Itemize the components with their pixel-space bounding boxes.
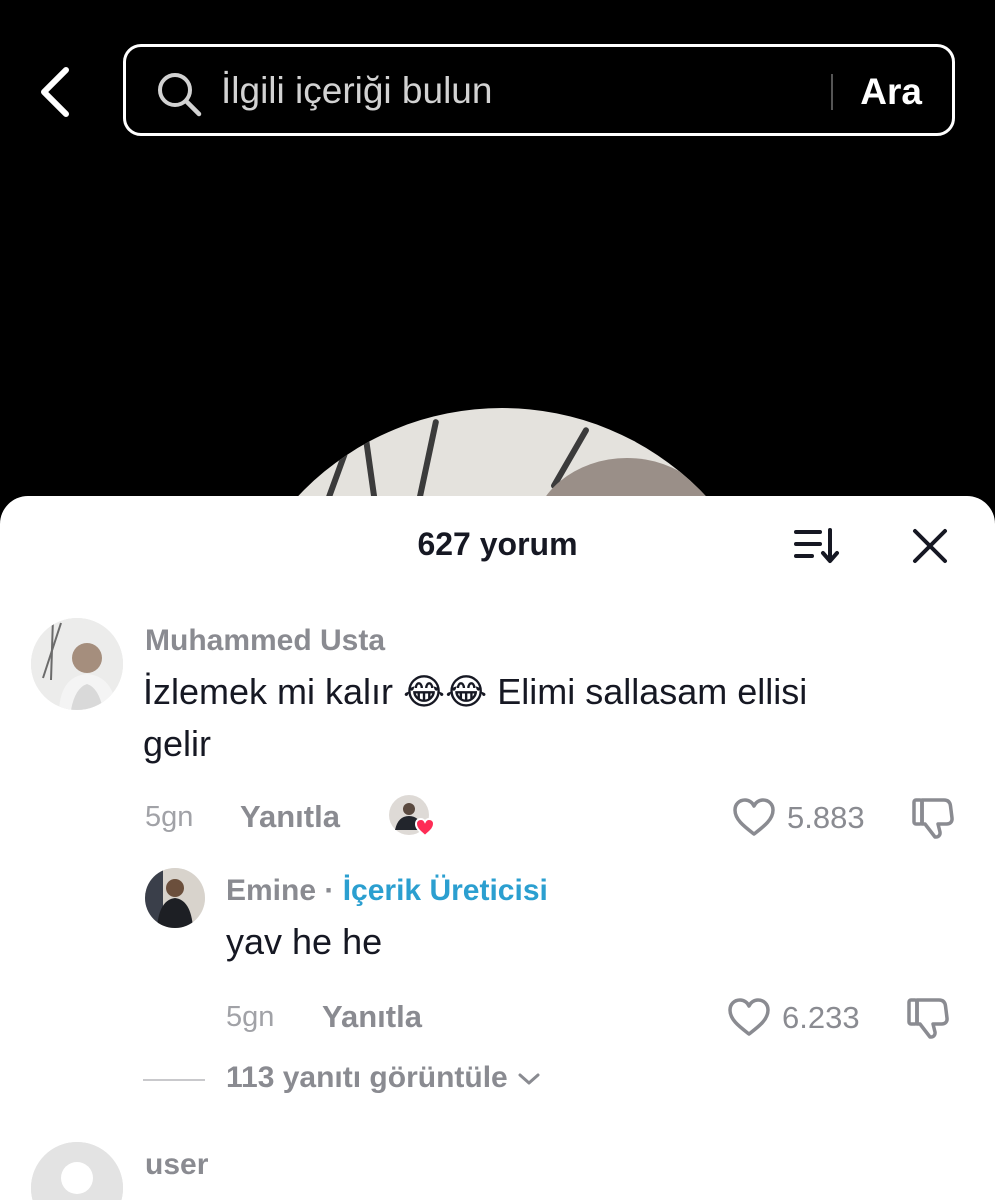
reply-time: 5gn	[226, 1001, 275, 1033]
creator-liked-badge	[388, 794, 438, 838]
video-player[interactable]	[0, 160, 995, 540]
like-button[interactable]	[726, 996, 772, 1038]
separator-dot: ·	[324, 874, 335, 907]
close-button[interactable]	[910, 526, 950, 566]
comment-username[interactable]: user	[145, 1148, 208, 1182]
chevron-down-icon	[518, 1073, 540, 1085]
search-bar[interactable]: Ara	[123, 44, 955, 136]
comment-count-title: 627 yorum	[417, 526, 578, 562]
heart-badge-icon	[414, 817, 436, 838]
comment-time: 5gn	[145, 801, 194, 833]
search-submit-button[interactable]: Ara	[860, 71, 922, 113]
avatar[interactable]	[31, 618, 123, 710]
heart-icon	[733, 798, 775, 836]
comment-text-part: Elimi sallasam ellisi	[497, 671, 808, 712]
search-input[interactable]	[221, 65, 821, 117]
sort-icon	[794, 528, 839, 563]
view-replies-divider	[143, 1079, 205, 1081]
avatar[interactable]	[31, 1142, 123, 1200]
view-replies-button[interactable]: 113 yanıtı görüntüle	[226, 1061, 542, 1095]
comment-text: İzlemek mi kalır 😂😂 Elimi sallasam ellis…	[143, 666, 923, 770]
comment-username[interactable]: Muhammed Usta	[145, 624, 385, 658]
screen: Ara 627 yorum	[0, 0, 995, 1200]
comment-text-part: gelir	[143, 723, 212, 764]
dislike-button[interactable]	[910, 796, 956, 840]
view-replies-label: 113 yanıtı görüntüle	[226, 1061, 508, 1094]
dislike-button[interactable]	[905, 996, 951, 1040]
reply-button[interactable]: Yanıtla	[322, 999, 422, 1035]
reply-user-name[interactable]: Emine	[226, 874, 316, 907]
like-count: 5.883	[787, 800, 865, 835]
back-button[interactable]	[32, 62, 82, 122]
laughing-emoji: 😂	[403, 671, 446, 712]
comment-text-part: İzlemek mi kalır	[143, 671, 394, 712]
laughing-emoji: 😂	[445, 671, 488, 712]
sort-button[interactable]	[792, 526, 842, 566]
avatar[interactable]	[145, 868, 205, 928]
close-icon	[913, 529, 947, 563]
dislike-icon	[907, 998, 949, 1039]
reply-username[interactable]: Emine · İçerik Üreticisi	[226, 874, 548, 908]
reply-button[interactable]: Yanıtla	[240, 799, 340, 835]
back-arrow-icon	[41, 67, 69, 117]
reply-text: yav he he	[226, 921, 383, 962]
heart-icon	[728, 998, 770, 1036]
search-divider	[831, 74, 833, 110]
comments-sheet: 627 yorum Muhammed Usta İzlemek mi kalır…	[0, 496, 995, 1200]
search-icon	[158, 73, 202, 117]
like-button[interactable]	[731, 796, 777, 838]
like-count: 6.233	[782, 1000, 860, 1035]
creator-badge: İçerik Üreticisi	[342, 874, 548, 907]
dislike-icon	[912, 798, 954, 839]
